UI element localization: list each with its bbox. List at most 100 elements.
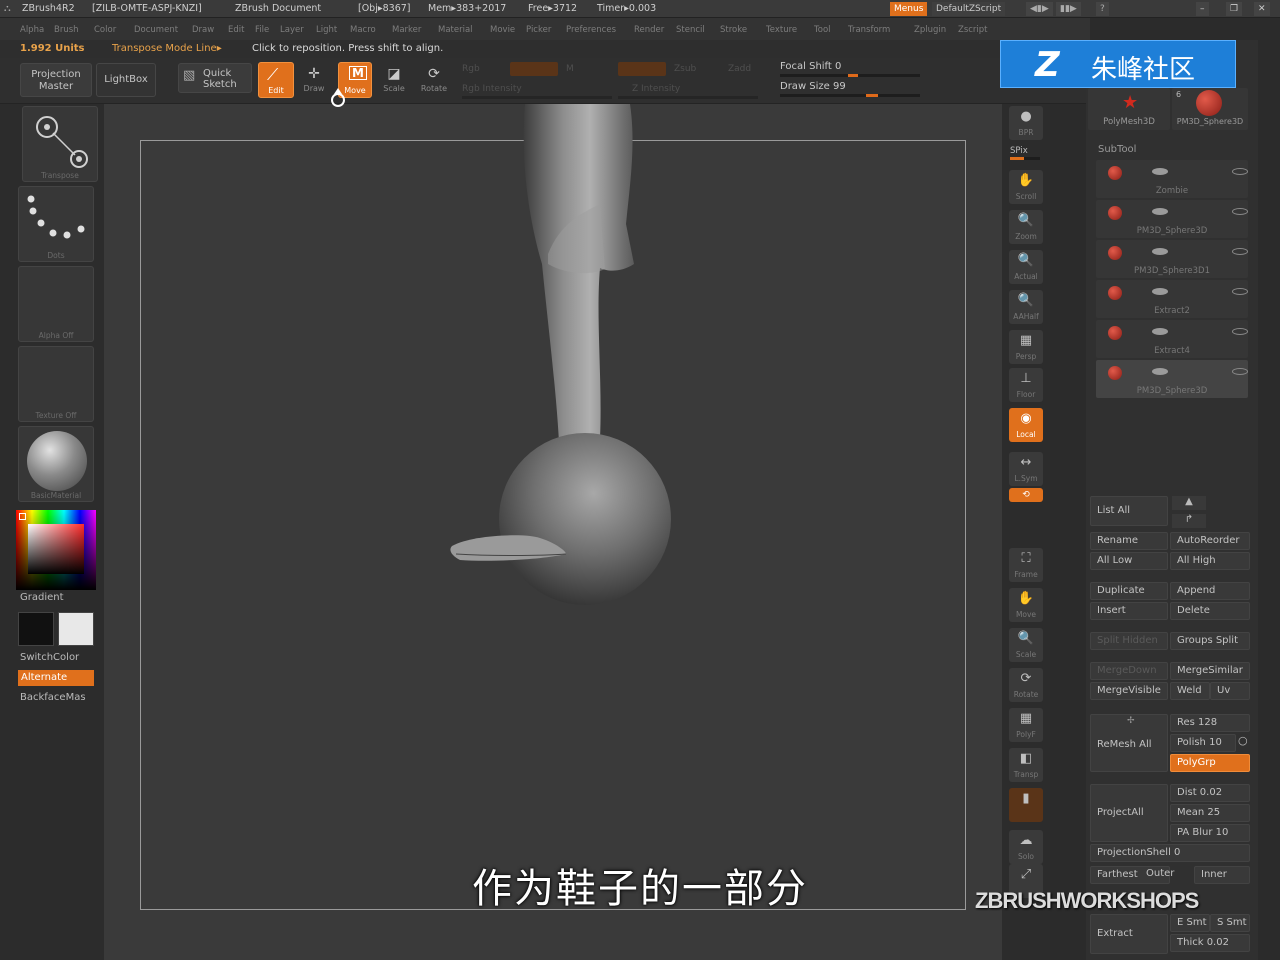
rotate-button[interactable]: ⟳ Rotate [418,64,450,98]
thick-slider[interactable]: Thick 0.02 [1170,934,1250,952]
menu-material[interactable]: Material [438,25,473,35]
material-thumb[interactable]: BasicMaterial [18,426,94,502]
edit-button[interactable]: ⟋ Edit [258,62,294,98]
menus-button[interactable]: Menus [890,2,928,16]
draw-size-label[interactable]: Draw Size 99 [780,81,846,92]
restore-icon[interactable]: ❐ [1226,2,1243,16]
shelf-bpr-button[interactable]: ● BPR [1009,106,1043,140]
scale-button[interactable]: ◪ Scale [378,64,410,98]
backface-mask-button[interactable]: BackfaceMas [20,692,86,703]
menu-render[interactable]: Render [634,25,664,35]
polish-toggle-icon[interactable]: ○ [1238,734,1248,747]
all-low-button[interactable]: All Low [1090,552,1168,570]
shelf-ghost-button[interactable]: ▮ [1009,788,1043,822]
toggle-eye-icon[interactable] [1232,288,1248,295]
toggle-eye-icon[interactable] [1232,328,1248,335]
list-all-button[interactable]: List All [1090,496,1168,526]
shelf-floor-button[interactable]: ⊥ Floor [1009,368,1043,402]
toggle-eye-icon[interactable] [1232,208,1248,215]
polymesh-thumb[interactable]: ★ PolyMesh3D [1088,88,1170,130]
primary-color-swatch[interactable] [18,612,54,646]
3d-model[interactable] [430,104,690,624]
default-zscript-button[interactable]: DefaultZScript [932,2,1006,16]
subtool-item[interactable]: PM3D_Sphere3D [1096,360,1248,398]
subtool-item[interactable]: Extract4 [1096,320,1248,358]
menu-movie[interactable]: Movie [490,25,515,35]
auto-reorder-button[interactable]: AutoReorder [1170,532,1250,550]
merge-down-button[interactable]: MergeDown [1090,662,1168,680]
mrgb-toggle[interactable] [510,62,558,76]
layout-arrows-icon[interactable]: ◀▮▶ [1026,2,1053,16]
layout-arrows-icon[interactable]: ▮▮▶ [1056,2,1081,16]
alpha-thumb[interactable]: Alpha Off [18,266,94,342]
shelf-solo-button[interactable]: ☁ Solo [1009,830,1043,864]
gradient-label[interactable]: Gradient [20,592,64,603]
shelf-transp-button[interactable]: ◧ Transp [1009,748,1043,782]
project-all-button[interactable]: ProjectAll [1090,784,1168,842]
duplicate-button[interactable]: Duplicate [1090,582,1168,600]
zsub-label[interactable]: Zsub [674,64,696,74]
arrow-up-icon[interactable]: ▲ [1172,496,1206,510]
subtool-item[interactable]: PM3D_Sphere3D [1096,200,1248,238]
outer-button[interactable]: Outer [1140,866,1180,884]
projection-master-button[interactable]: Projection Master [20,63,92,97]
shelf-xyz-button[interactable]: ⟲ [1009,488,1043,502]
menu-layer[interactable]: Layer [280,25,304,35]
draw-size-slider[interactable] [780,94,920,97]
z-intensity-slider[interactable] [618,96,758,99]
inner-button[interactable]: Inner [1194,866,1250,884]
shelf-polyf-button[interactable]: ▦ PolyF [1009,708,1043,742]
shelf-rotate-button[interactable]: ⟳ Rotate [1009,668,1043,702]
color-picker-square[interactable] [28,524,84,574]
shelf-scale-button[interactable]: 🔍 Scale [1009,628,1043,662]
z-intensity-label[interactable]: Z Intensity [632,84,680,94]
menu-light[interactable]: Light [316,25,337,35]
menu-tool[interactable]: Tool [814,25,831,35]
projection-shell-slider[interactable]: ProjectionShell 0 [1090,844,1250,862]
groups-split-button[interactable]: Groups Split [1170,632,1250,650]
shelf-persp-button[interactable]: ▦ Persp [1009,330,1043,364]
menu-brush[interactable]: Brush [54,25,79,35]
color-picker[interactable] [16,510,96,590]
menu-file[interactable]: File [255,25,269,35]
toggle-eye-icon[interactable] [1232,368,1248,375]
visibility-eye-icon[interactable] [1152,248,1168,255]
insert-button[interactable]: Insert [1090,602,1168,620]
uv-button[interactable]: Uv [1210,682,1250,700]
shelf-move-button[interactable]: ✋ Move [1009,588,1043,622]
shelf-scroll-button[interactable]: ✋ Scroll [1009,170,1043,204]
polish-slider[interactable]: Polish 10 [1170,734,1236,752]
toggle-eye-icon[interactable] [1232,248,1248,255]
menu-texture[interactable]: Texture [766,25,797,35]
delete-button[interactable]: Delete [1170,602,1250,620]
shelf-local-button[interactable]: ◉ Local [1009,408,1043,442]
menu-macro[interactable]: Macro [350,25,376,35]
subtool-item[interactable]: Extract2 [1096,280,1248,318]
close-icon[interactable]: ✕ [1254,2,1270,16]
menu-transform[interactable]: Transform [848,25,890,35]
res-slider[interactable]: Res 128 [1170,714,1250,732]
menu-alpha[interactable]: Alpha [20,25,44,35]
all-high-button[interactable]: All High [1170,552,1250,570]
rgb-intensity-label[interactable]: Rgb Intensity [462,84,522,94]
spix-label[interactable]: SPix [1010,146,1028,156]
subtool-title[interactable]: SubTool [1098,144,1136,155]
shelf-aahalf-button[interactable]: 🔍 AAHalf [1009,290,1043,324]
secondary-color-swatch[interactable] [58,612,94,646]
menu-color[interactable]: Color [94,25,116,35]
alternate-button[interactable]: Alternate [18,670,94,686]
draw-size-thumb[interactable] [866,94,878,97]
dist-slider[interactable]: Dist 0.02 [1170,784,1250,802]
shelf-frame-button[interactable]: ⛶ Frame [1009,548,1043,582]
arrow-turn-icon[interactable]: ↱ [1172,514,1206,528]
visibility-eye-icon[interactable] [1152,288,1168,295]
transpose-brush-thumb[interactable]: Transpose [22,106,98,182]
append-button[interactable]: Append [1170,582,1250,600]
lightbox-button[interactable]: LightBox [96,63,156,97]
visibility-eye-icon[interactable] [1152,328,1168,335]
quick-sketch-button[interactable]: ▧ Quick Sketch [178,63,252,93]
zadd-toggle[interactable] [618,62,666,76]
merge-visible-button[interactable]: MergeVisible [1090,682,1168,700]
menu-marker[interactable]: Marker [392,25,421,35]
split-hidden-button[interactable]: Split Hidden [1090,632,1168,650]
